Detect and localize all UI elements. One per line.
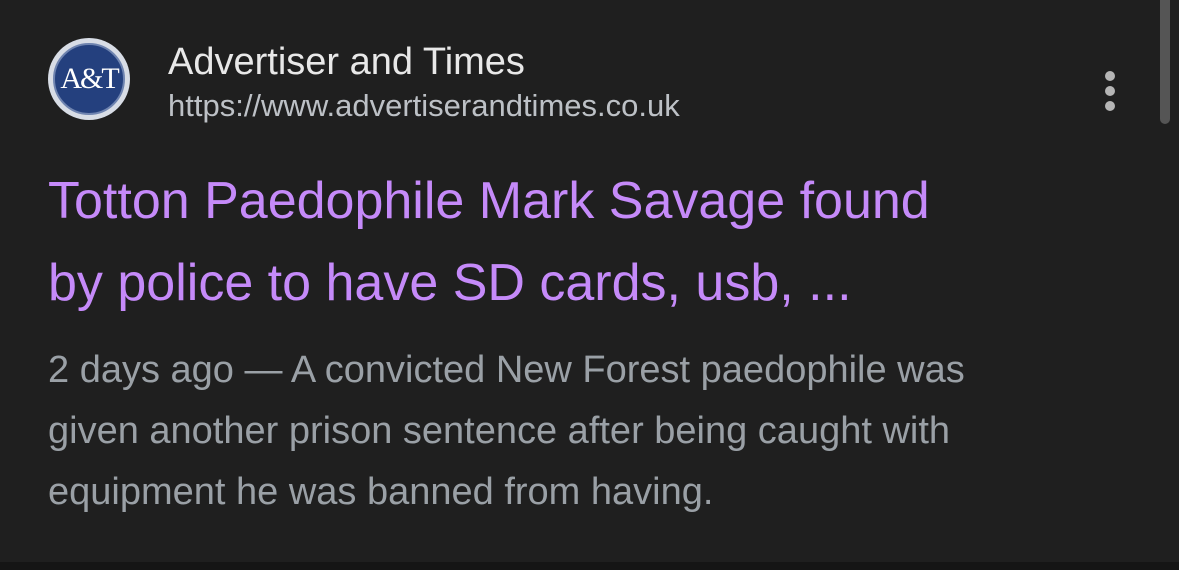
result-title-line: Totton Paedophile Mark Savage found [48, 172, 930, 230]
snippet-line: equipment he was banned from having. [48, 471, 714, 513]
card-divider [0, 562, 1179, 570]
site-favicon[interactable]: A&T [48, 38, 130, 120]
result-snippet: 2 days ago — A convicted New Forest paed… [48, 340, 1118, 523]
site-url[interactable]: https://www.advertiserandtimes.co.uk [168, 88, 680, 124]
more-options-button[interactable] [1090, 66, 1130, 116]
snippet-line: given another prison sentence after bein… [48, 410, 951, 452]
result-title-line: by police to have SD cards, usb, ... [48, 254, 852, 312]
more-vertical-icon-dot [1105, 86, 1115, 96]
more-vertical-icon-dot [1105, 101, 1115, 111]
scrollbar[interactable] [1160, 0, 1170, 124]
snippet-line: 2 days ago — A convicted New Forest paed… [48, 349, 965, 391]
search-result-card: A&T Advertiser and Times https://www.adv… [0, 0, 1179, 562]
site-logo: A&T [53, 43, 125, 115]
site-name[interactable]: Advertiser and Times [168, 40, 525, 84]
more-vertical-icon [1105, 71, 1115, 81]
result-title-link[interactable]: Totton Paedophile Mark Savage found by p… [48, 160, 1108, 324]
